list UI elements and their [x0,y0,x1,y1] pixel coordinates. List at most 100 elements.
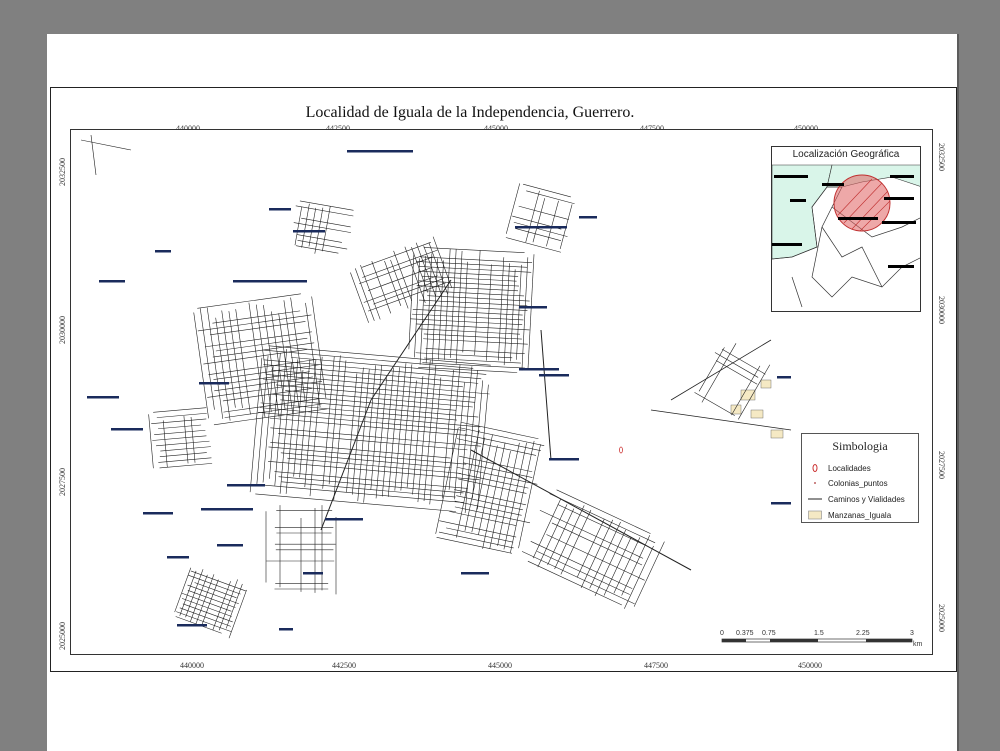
road-segment [359,256,434,285]
road-segment [287,457,461,474]
colonia-label [777,376,791,379]
y-tick-left: 2027500 [58,468,67,496]
road-segment [363,365,376,503]
colonia-label [201,508,253,511]
inset-map [772,164,920,308]
colonia-label [579,216,597,219]
legend-item-manzanas: Manzanas_Iguala [808,509,891,521]
road-segment [523,183,571,198]
road-segment [603,536,632,596]
road-segment [225,583,243,629]
road-segment [179,607,231,627]
y-tick-right: 2025000 [937,604,946,632]
inset-boundary [821,226,883,288]
road-segment [557,504,649,547]
scale-bar-graphic [721,638,913,643]
road-segment [521,551,635,605]
y-tick-right: 2032500 [937,143,946,171]
road-segment [415,352,513,359]
road-segment [698,347,725,392]
road-segment [454,500,522,516]
road-segment [362,249,438,278]
road-segment [183,416,189,464]
road-segment [160,446,211,452]
road-segment [224,403,322,418]
road-segment [453,382,465,500]
inset-label [890,175,914,178]
road-segment [162,420,168,468]
road-segment [714,352,759,378]
road-segment [513,221,568,237]
road-segment [423,304,528,311]
road-segment [367,267,431,291]
location-marker-icon [808,463,822,473]
road-segment [394,363,407,491]
point-icon [808,478,822,488]
road-segment [458,478,527,494]
road-segment [408,253,415,350]
road-segment [420,256,533,264]
inset-label [822,183,844,186]
road-segment [532,498,562,559]
colonia-label [269,208,291,211]
road-segment [270,427,481,447]
road-segment [281,481,456,498]
road-segment [425,253,433,364]
y-tick-left: 2030000 [58,316,67,344]
x-tick-bottom: 440000 [180,661,204,670]
road-segment [670,339,772,401]
road-segment [539,510,644,559]
road-segment [248,302,266,418]
localidad-marker [619,446,623,454]
manzana-block [730,404,742,415]
road-segment [527,254,535,369]
legend-label: Manzanas_Iguala [828,510,892,520]
inset-label [774,175,808,178]
road-segment [448,364,461,490]
road-segment [470,449,692,571]
road-segment [204,331,312,348]
road-segment [594,529,627,597]
colonia-label [177,624,207,627]
map-title: Localidad de Iguala de la Independencia,… [305,104,635,121]
road-segment [387,367,400,497]
colonia-label [227,484,265,487]
map-legend: Simbologia Localidades Colonias_puntos C… [801,433,919,523]
colonia-label [347,150,413,153]
road-segment [154,429,206,436]
road-segment [423,365,437,502]
colonia-label [279,628,293,631]
road-segment [222,388,312,402]
road-segment [148,414,154,469]
y-tick-left: 2025000 [58,622,67,650]
colonia-label [87,396,119,399]
colonia-label [199,382,229,385]
road-segment [516,264,522,360]
road-segment [294,206,303,246]
inset-title: Localización Geográfica [772,149,920,160]
road-segment [518,444,541,549]
road-segment [423,290,525,297]
road-segment [297,239,348,250]
road-segment [174,567,192,613]
road-segment [80,139,132,151]
road-segment [510,269,516,362]
road-segment [181,592,232,612]
manzana-block [770,429,784,439]
road-segment [280,399,479,418]
polygon-fill-icon [808,510,822,520]
road-segment [153,407,207,413]
road-segment [371,260,392,314]
colonia-label [233,280,307,283]
road-segment [416,261,528,268]
road-segment [159,452,207,458]
location-inset: Localización Geográfica [771,146,921,312]
road-segment [221,310,236,408]
colonia-label [515,226,567,229]
road-segment [193,312,209,419]
road-segment [152,435,207,441]
road-segment [268,345,491,366]
road-segment [156,440,210,447]
colonia-label [99,280,125,283]
colonia-label [217,544,243,547]
